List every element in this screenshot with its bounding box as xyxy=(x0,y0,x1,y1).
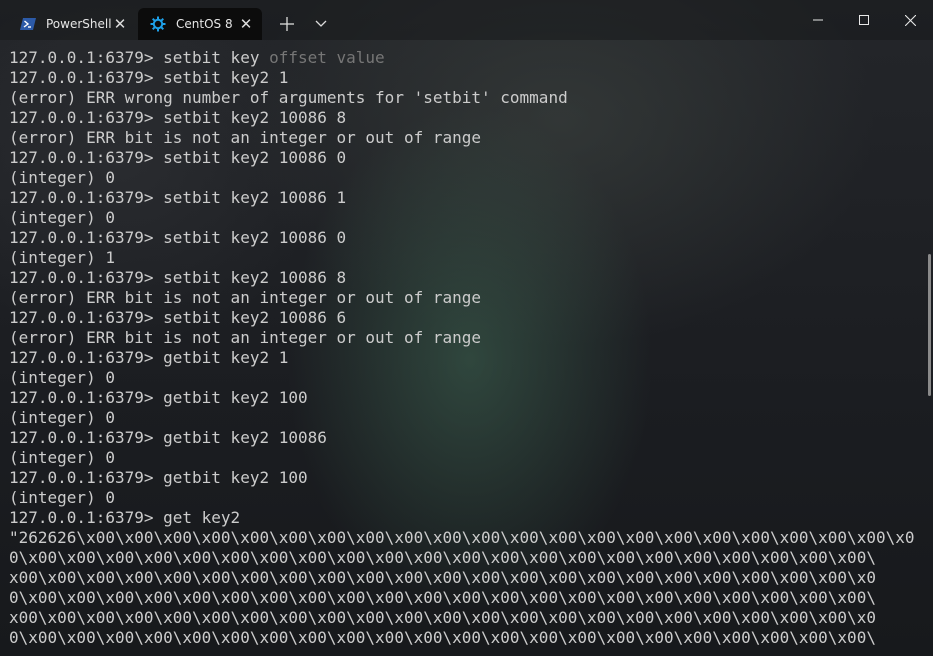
close-icon[interactable]: ✕ xyxy=(112,16,128,32)
terminal-line: (integer) 0 xyxy=(9,448,115,467)
close-window-button[interactable] xyxy=(887,0,933,40)
dropdown-button[interactable] xyxy=(305,8,337,40)
terminal-line: 127.0.0.1:6379> setbit key2 10086 8 xyxy=(9,108,347,127)
terminal-line: 127.0.0.1:6379> getbit key2 100 xyxy=(9,468,308,487)
minimize-icon xyxy=(813,19,823,21)
close-icon[interactable]: ✕ xyxy=(238,16,254,32)
tab-centos[interactable]: CentOS 8 ✕ xyxy=(138,8,262,40)
tab-label: CentOS 8 xyxy=(176,17,233,31)
tab-label: PowerShell xyxy=(46,17,112,31)
title-bar[interactable]: PowerShell ✕ CentOS 8 ✕ xyxy=(0,0,933,40)
tab-powershell[interactable]: PowerShell ✕ xyxy=(8,8,136,40)
maximize-button[interactable] xyxy=(841,0,887,40)
terminal-line: 127.0.0.1:6379> get key2 xyxy=(9,508,241,527)
terminal-line: (integer) 0 xyxy=(9,408,115,427)
new-tab-button[interactable] xyxy=(271,8,303,40)
terminal-line: 127.0.0.1:6379> setbit key2 10086 0 xyxy=(9,228,347,247)
terminal-output[interactable]: 127.0.0.1:6379> setbit key offset value … xyxy=(0,40,920,656)
terminal-text: 127.0.0.1:6379> setbit key xyxy=(9,48,270,67)
terminal-line: (integer) 1 xyxy=(9,248,115,267)
terminal-line: 127.0.0.1:6379> setbit key2 10086 0 xyxy=(9,148,347,167)
terminal-line: 127.0.0.1:6379> setbit key offset value xyxy=(9,48,385,68)
terminal-line: 127.0.0.1:6379> setbit key2 10086 8 xyxy=(9,268,347,287)
maximize-icon xyxy=(859,15,869,25)
scrollbar-thumb[interactable] xyxy=(928,254,931,396)
powershell-icon xyxy=(20,16,36,32)
terminal-line: (error) ERR wrong number of arguments fo… xyxy=(9,88,568,107)
terminal-line: (integer) 0 xyxy=(9,488,115,507)
centos-icon xyxy=(150,16,166,32)
terminal-line: (error) ERR bit is not an integer or out… xyxy=(9,128,482,147)
terminal-line: 127.0.0.1:6379> getbit key2 10086 xyxy=(9,428,327,447)
terminal-line: 0\x00\x00\x00\x00\x00\x00\x00\x00\x00\x0… xyxy=(9,628,876,647)
terminal-line: 127.0.0.1:6379> setbit key2 10086 6 xyxy=(9,308,347,327)
terminal-line: 0\x00\x00\x00\x00\x00\x00\x00\x00\x00\x0… xyxy=(9,588,876,607)
terminal-line: x00\x00\x00\x00\x00\x00\x00\x00\x00\x00\… xyxy=(9,608,876,627)
terminal-line: (integer) 0 xyxy=(9,368,115,387)
close-icon xyxy=(904,14,916,26)
terminal-line: 127.0.0.1:6379> getbit key2 100 xyxy=(9,388,308,407)
terminal-line: "262626\x00\x00\x00\x00\x00\x00\x00\x00\… xyxy=(9,528,915,547)
terminal-line: 127.0.0.1:6379> getbit key2 1 xyxy=(9,348,289,367)
plus-icon xyxy=(280,17,294,31)
terminal-line: 0\x00\x00\x00\x00\x00\x00\x00\x00\x00\x0… xyxy=(9,548,876,567)
minimize-button[interactable] xyxy=(795,0,841,40)
terminal-line: (error) ERR bit is not an integer or out… xyxy=(9,328,482,347)
terminal-line: (integer) 0 xyxy=(9,208,115,227)
chevron-down-icon xyxy=(315,20,327,27)
terminal-line: 127.0.0.1:6379> setbit key2 10086 1 xyxy=(9,188,347,207)
command-hint: offset value xyxy=(269,48,385,67)
terminal-line: (error) ERR bit is not an integer or out… xyxy=(9,288,482,307)
terminal-line: 127.0.0.1:6379> setbit key2 1 xyxy=(9,68,289,87)
terminal-line: (integer) 0 xyxy=(9,168,115,187)
terminal-line: x00\x00\x00\x00\x00\x00\x00\x00\x00\x00\… xyxy=(9,568,876,587)
